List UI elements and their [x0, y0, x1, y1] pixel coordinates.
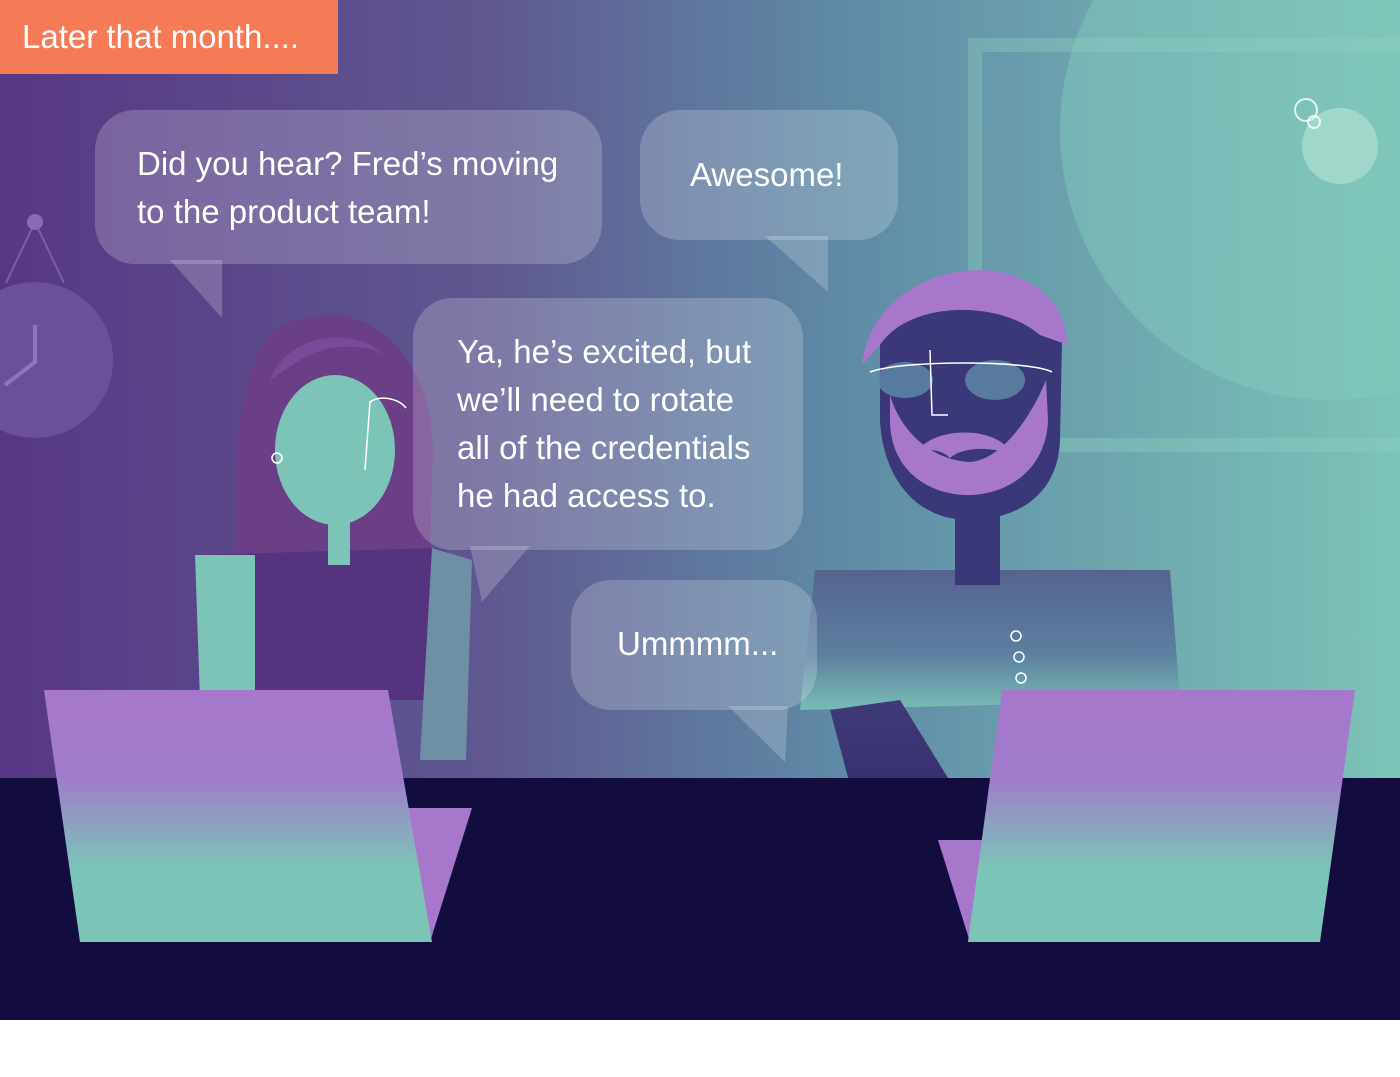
- dialogue-line: Awesome!: [690, 156, 844, 193]
- caption-box: Later that month....: [0, 0, 338, 74]
- dialogue-line: Ya, he’s excited, but: [457, 333, 752, 370]
- dialogue-line: all of the credentials: [457, 429, 751, 466]
- caption-text: Later that month....: [22, 18, 299, 55]
- bubble-3-text: Ya, he’s excited, but we’ll need to rota…: [457, 328, 751, 520]
- bottom-margin: [0, 1020, 1400, 1077]
- dialogue-line: we’ll need to rotate: [457, 381, 735, 418]
- dialogue-line: Did you hear? Fred’s moving: [137, 145, 559, 182]
- bubble-2-text: Awesome!: [690, 151, 843, 199]
- laptop-right: [938, 690, 1355, 942]
- dialogue-line: Ummmm...: [617, 625, 779, 662]
- dialogue-line: to the product team!: [137, 193, 431, 230]
- dialogue-line: he had access to.: [457, 477, 716, 514]
- bubble-1-text: Did you hear? Fred’s moving to the produ…: [137, 140, 558, 236]
- bubble-4-text: Ummmm...: [617, 620, 778, 668]
- comic-panel: Later that month.... Did you hear? Fred’…: [0, 0, 1400, 1020]
